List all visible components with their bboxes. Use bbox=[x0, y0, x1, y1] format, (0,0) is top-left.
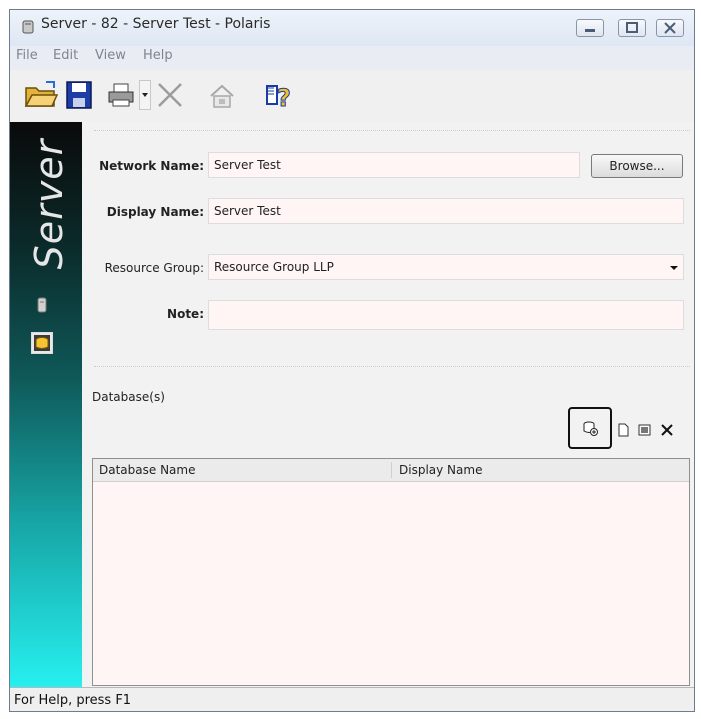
application-window: Server - 82 - Server Test - Polaris File… bbox=[9, 9, 695, 712]
help-icon[interactable]: ? bbox=[263, 80, 295, 112]
maximize-icon bbox=[626, 22, 638, 33]
menu-view[interactable]: View bbox=[95, 48, 126, 63]
toolbar: ? bbox=[10, 72, 694, 122]
maximize-button[interactable] bbox=[618, 19, 646, 37]
display-name-label: Display Name: bbox=[106, 205, 204, 219]
menu-bar: File Edit View Help bbox=[10, 46, 694, 70]
content-area: Network Name: Server Test Browse... Disp… bbox=[82, 122, 694, 688]
column-divider bbox=[391, 462, 392, 478]
sidebar-title-text: Server bbox=[27, 138, 71, 270]
new-icon[interactable] bbox=[617, 423, 629, 437]
minimize-icon bbox=[585, 29, 595, 32]
sidebar: Server bbox=[10, 122, 82, 688]
status-bar: For Help, press F1 bbox=[10, 687, 694, 711]
databases-section-label: Database(s) bbox=[92, 390, 165, 404]
table-header: Database Name Display Name bbox=[93, 459, 689, 482]
minimize-button[interactable] bbox=[576, 19, 604, 37]
print-icon[interactable] bbox=[107, 82, 135, 108]
window-title: Server - 82 - Server Test - Polaris bbox=[41, 16, 271, 32]
status-text: For Help, press F1 bbox=[14, 693, 132, 708]
network-name-field[interactable]: Server Test bbox=[208, 152, 580, 178]
save-icon[interactable] bbox=[65, 80, 93, 110]
resource-group-label: Resource Group: bbox=[104, 261, 204, 275]
menu-edit[interactable]: Edit bbox=[53, 48, 78, 63]
dropdown-arrow-icon bbox=[142, 93, 148, 97]
close-icon bbox=[664, 22, 676, 34]
sidebar-title: Server bbox=[14, 132, 76, 270]
network-name-label: Network Name: bbox=[99, 159, 204, 173]
server-icon[interactable] bbox=[35, 296, 49, 314]
properties-icon[interactable] bbox=[208, 82, 236, 110]
browse-button[interactable]: Browse... bbox=[591, 154, 683, 178]
resource-group-value: Resource Group LLP bbox=[214, 260, 334, 274]
database-icon[interactable] bbox=[31, 332, 53, 354]
edit-icon[interactable] bbox=[638, 423, 652, 437]
chevron-down-icon bbox=[670, 266, 678, 270]
divider bbox=[94, 130, 690, 131]
add-database-button[interactable] bbox=[568, 407, 612, 449]
print-dropdown-button[interactable] bbox=[139, 80, 151, 110]
note-field[interactable] bbox=[208, 300, 684, 330]
remove-icon[interactable] bbox=[660, 423, 674, 437]
note-label: Note: bbox=[167, 307, 204, 321]
server-app-icon bbox=[22, 20, 34, 34]
menu-file[interactable]: File bbox=[16, 48, 38, 63]
add-database-icon bbox=[583, 421, 598, 436]
svg-text:?: ? bbox=[277, 84, 291, 112]
open-folder-icon[interactable] bbox=[24, 80, 58, 110]
column-display-name[interactable]: Display Name bbox=[399, 463, 482, 477]
databases-table[interactable]: Database Name Display Name bbox=[92, 458, 690, 686]
title-bar: Server - 82 - Server Test - Polaris bbox=[10, 10, 694, 48]
delete-icon[interactable] bbox=[155, 80, 185, 110]
close-button[interactable] bbox=[656, 19, 684, 37]
display-name-field[interactable]: Server Test bbox=[208, 198, 684, 224]
resource-group-select[interactable]: Resource Group LLP bbox=[208, 254, 684, 280]
menu-help[interactable]: Help bbox=[143, 48, 173, 63]
column-database-name[interactable]: Database Name bbox=[99, 463, 195, 477]
divider bbox=[94, 366, 690, 367]
